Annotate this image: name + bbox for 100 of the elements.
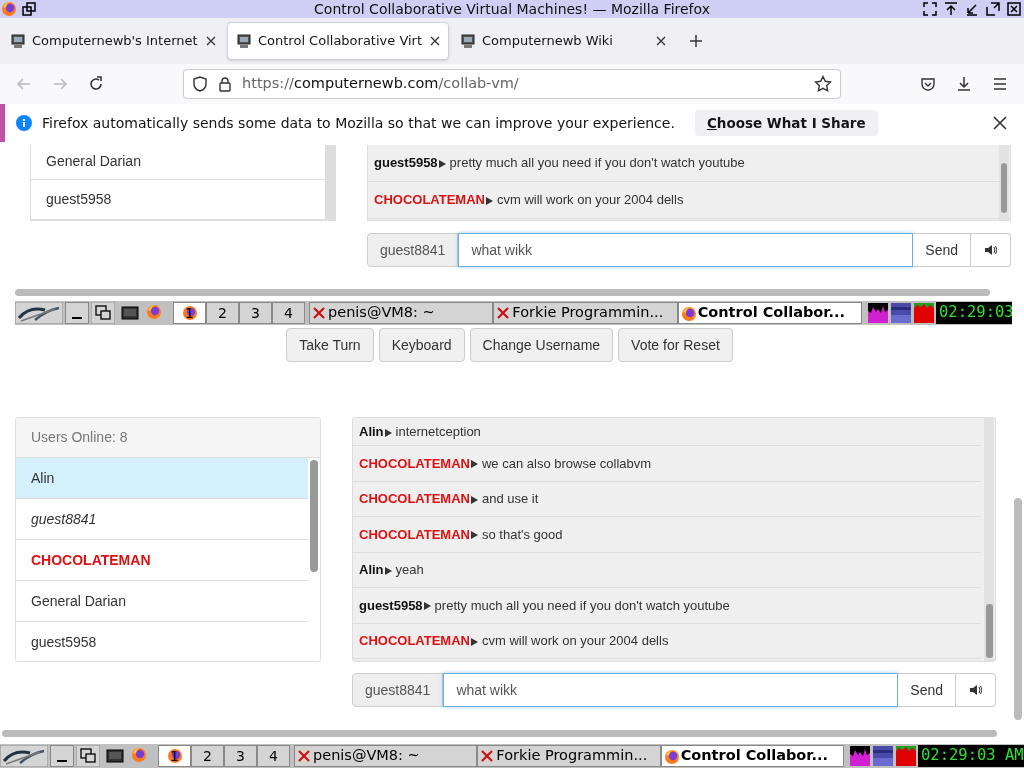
fullscreen-icon[interactable]	[923, 2, 937, 16]
chat-username: guest5958	[374, 154, 438, 173]
arrow-icon	[471, 460, 478, 469]
speaker-icon	[969, 685, 982, 695]
firefox-icon	[680, 305, 696, 321]
browser-tab[interactable]: Computernewb Wiki	[452, 22, 674, 60]
workspace-button[interactable]: 3	[239, 302, 272, 324]
username-label: guest8841	[367, 233, 459, 267]
taskbar-task[interactable]: penis@VM8: ~	[309, 302, 494, 324]
x-icon	[480, 749, 495, 763]
close-icon[interactable]	[993, 116, 1007, 130]
workspace-button[interactable]: 4	[257, 745, 290, 767]
maximize-icon[interactable]	[986, 2, 1000, 16]
arrow-icon	[486, 197, 493, 205]
show-desktop-button[interactable]	[50, 745, 74, 767]
arrow-icon	[384, 428, 392, 437]
arrow-icon	[471, 637, 478, 646]
computer-icon	[236, 33, 252, 49]
send-button[interactable]: Send	[913, 233, 971, 267]
scrollbar-thumb[interactable]	[986, 604, 993, 658]
star-icon[interactable]	[814, 75, 832, 93]
chat-username: Alin	[359, 422, 384, 441]
firefox-icon	[131, 747, 149, 765]
chat-username: CHOCOLATEMAN	[359, 454, 470, 473]
show-desktop-button[interactable]	[65, 302, 89, 324]
firefox-icon	[663, 748, 679, 764]
chat-message: pretty much all you need if you don't watch youtube	[449, 154, 745, 173]
firefox-icon	[146, 304, 164, 322]
logo-icon[interactable]	[15, 302, 63, 324]
arrow-icon	[471, 531, 478, 540]
control-button[interactable]: Change Username	[469, 328, 614, 362]
workspace-button[interactable]: 2	[206, 302, 239, 324]
arrow-icon	[384, 566, 392, 575]
page-scrollbar[interactable]	[1014, 498, 1022, 720]
chat-message: pretty much all you need if you don't watch youtube	[434, 596, 730, 615]
send-button[interactable]: Send	[898, 673, 956, 707]
clock: 02:29:03	[936, 302, 1012, 324]
window-list-icon[interactable]	[91, 302, 115, 324]
plus-icon[interactable]	[689, 34, 703, 48]
control-button[interactable]: Vote for Reset	[618, 328, 733, 362]
minimize-icon	[57, 760, 67, 762]
window-title: Control Collaborative Virtual Machines! — Mozilla Firefox	[314, 0, 710, 18]
chat-username: CHOCOLATEMAN	[374, 191, 485, 210]
close-icon[interactable]	[656, 36, 666, 46]
workspace-button[interactable]: 3	[224, 745, 257, 767]
horizontal-scrollbar[interactable]	[2, 730, 997, 737]
workspace-button[interactable]: 4	[272, 302, 305, 324]
user-list-item[interactable]: Alin	[16, 458, 308, 499]
chat-message: cvm will work on your 2004 dells	[497, 191, 684, 210]
chat-message: we can also browse collabvm	[482, 454, 652, 473]
arrow-icon	[423, 602, 431, 611]
pocket-icon[interactable]	[920, 76, 936, 92]
chat-message: so that's good	[482, 525, 563, 544]
memory-graph-icon	[896, 746, 916, 766]
scrollbar-thumb[interactable]	[310, 460, 318, 572]
taskbar-task[interactable]: Forkie Programmin...	[477, 745, 661, 767]
chat-username: Alin	[359, 561, 384, 579]
computer-icon	[460, 33, 476, 49]
window-list-icon[interactable]	[76, 745, 100, 767]
chat-username: CHOCOLATEMAN	[359, 525, 470, 544]
taskbar-task[interactable]: Control Collabor...	[660, 745, 844, 767]
chat-input-field[interactable]: what wikk	[443, 673, 899, 707]
chat-username: CHOCOLATEMAN	[359, 490, 470, 508]
firefox-icon	[1, 1, 17, 17]
sound-button[interactable]	[971, 233, 1011, 267]
clock: 02:29:03 AM	[918, 745, 1024, 767]
close-icon[interactable]	[1007, 2, 1021, 16]
computer-icon	[10, 33, 26, 49]
taskbar-task[interactable]: penis@VM8: ~	[294, 745, 478, 767]
browser-tab[interactable]: Computernewb's Internet	[2, 22, 224, 60]
arrow-icon	[438, 160, 446, 168]
rollup-icon[interactable]	[944, 2, 958, 16]
shield-icon	[192, 76, 208, 92]
logo-icon[interactable]	[0, 745, 48, 767]
sound-button[interactable]	[956, 673, 996, 707]
speaker-icon	[984, 245, 997, 255]
chat-username: CHOCOLATEMAN	[359, 632, 470, 650]
choose-share-button[interactable]: Choose What I Share	[694, 110, 878, 136]
minimize-icon	[72, 317, 82, 319]
scrollbar-thumb[interactable]	[1001, 163, 1007, 213]
close-icon[interactable]	[430, 36, 440, 46]
minimize-icon[interactable]	[965, 2, 979, 16]
taskbar-task[interactable]: Control Collabor...	[677, 302, 862, 324]
reload-icon[interactable]	[88, 76, 104, 92]
lock-icon	[218, 76, 232, 92]
workspace-button[interactable]: 2	[191, 745, 224, 767]
browser-tab[interactable]: Control Collaborative Virt	[227, 22, 449, 60]
network-graph-icon	[873, 746, 893, 766]
download-icon[interactable]	[956, 76, 972, 92]
chat-input-field[interactable]: what wikk	[458, 233, 914, 267]
close-icon[interactable]	[206, 36, 216, 46]
control-button[interactable]: Take Turn	[286, 328, 374, 362]
address-bar[interactable]: https://computernewb.com/collab-vm/	[183, 69, 841, 99]
horizontal-scrollbar[interactable]	[15, 289, 990, 296]
taskbar-task[interactable]: Forkie Programmin...	[493, 302, 678, 324]
chat-message: cvm will work on your 2004 dells	[482, 632, 669, 650]
control-button[interactable]: Keyboard	[378, 328, 465, 362]
restore-icon[interactable]	[22, 2, 36, 16]
chat-message: internetception	[395, 422, 481, 441]
menu-icon[interactable]	[992, 76, 1008, 92]
